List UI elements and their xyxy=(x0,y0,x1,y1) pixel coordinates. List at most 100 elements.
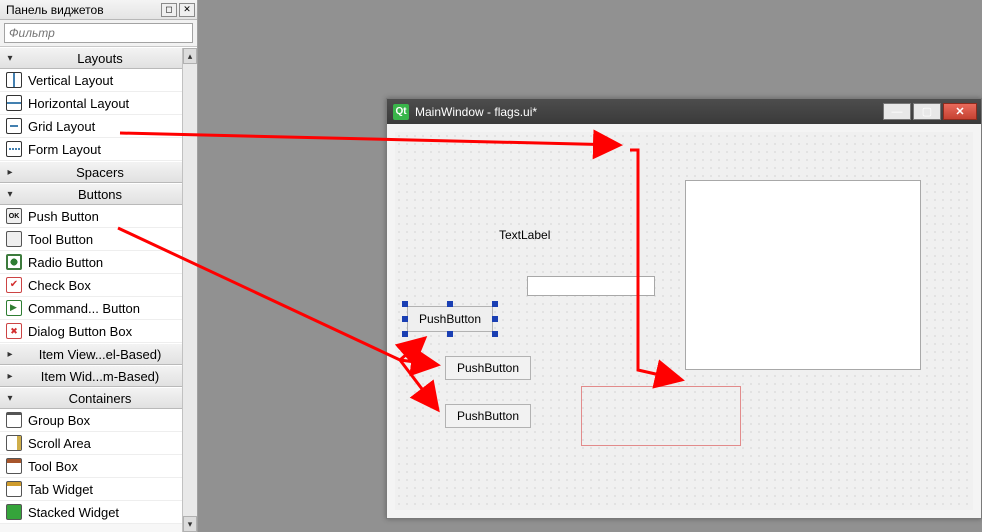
chevron-right-icon: ▸ xyxy=(3,349,17,360)
widget-item-vertical-layout[interactable]: Vertical Layout xyxy=(0,69,197,92)
dialog-button-box-icon xyxy=(6,323,22,339)
filter-input[interactable] xyxy=(4,23,193,43)
maximize-button[interactable]: ▢ xyxy=(913,103,941,120)
placed-push-button-2[interactable]: PushButton xyxy=(445,356,531,380)
widget-item-label: Scroll Area xyxy=(28,436,91,451)
widget-item-label: Command... Button xyxy=(28,301,140,316)
resize-handle[interactable] xyxy=(447,331,453,337)
category-layouts[interactable]: ▾ Layouts xyxy=(0,47,197,69)
scroll-down-icon[interactable]: ▾ xyxy=(183,516,197,532)
group-box-icon xyxy=(6,412,22,428)
dock-titlebar: Панель виджетов ◻ ✕ xyxy=(0,0,197,20)
resize-handle[interactable] xyxy=(492,301,498,307)
minimize-icon: — xyxy=(892,106,903,118)
form-canvas[interactable]: TextLabel PushButton PushButton PushButt… xyxy=(395,132,973,510)
tool-button-icon xyxy=(6,231,22,247)
widget-item-label: Tab Widget xyxy=(28,482,93,497)
widget-item-scroll-area[interactable]: Scroll Area xyxy=(0,432,197,455)
minimize-button[interactable]: — xyxy=(883,103,911,120)
scroll-area-icon xyxy=(6,435,22,451)
widget-box-dock: Панель виджетов ◻ ✕ ▾ Layouts Vertical L… xyxy=(0,0,198,532)
stacked-widget-icon xyxy=(6,504,22,520)
category-label: Item Wid...m-Based) xyxy=(17,369,197,384)
widget-item-horizontal-layout[interactable]: Horizontal Layout xyxy=(0,92,197,115)
maximize-icon: ▢ xyxy=(922,105,932,118)
resize-handle[interactable] xyxy=(492,316,498,322)
placed-line-edit[interactable] xyxy=(527,276,655,296)
dock-close-button[interactable]: ✕ xyxy=(179,3,195,17)
widget-item-check-box[interactable]: Check Box xyxy=(0,274,197,297)
close-button[interactable]: ✕ xyxy=(943,103,977,120)
widget-item-tab-widget[interactable]: Tab Widget xyxy=(0,478,197,501)
widget-item-group-box[interactable]: Group Box xyxy=(0,409,197,432)
widget-item-label: Radio Button xyxy=(28,255,103,270)
widget-item-dialog-button-box[interactable]: Dialog Button Box xyxy=(0,320,197,343)
category-buttons[interactable]: ▾ Buttons xyxy=(0,183,197,205)
category-label: Containers xyxy=(17,391,197,406)
chevron-down-icon: ▾ xyxy=(3,189,17,200)
filter-row xyxy=(0,20,197,47)
form-window: Qt MainWindow - flags.ui* — ▢ ✕ TextLabe… xyxy=(386,98,982,519)
widget-tree[interactable]: ▾ Layouts Vertical Layout Horizontal Lay… xyxy=(0,47,197,531)
widget-item-label: Form Layout xyxy=(28,142,101,157)
widget-item-radio-button[interactable]: Radio Button xyxy=(0,251,197,274)
category-item-widgets[interactable]: ▸ Item Wid...m-Based) xyxy=(0,365,197,387)
placed-text-label[interactable]: TextLabel xyxy=(499,228,550,242)
grid-layout-icon xyxy=(6,118,22,134)
form-title: MainWindow - flags.ui* xyxy=(415,105,881,119)
widget-item-stacked-widget[interactable]: Stacked Widget xyxy=(0,501,197,524)
placed-push-button-selected[interactable]: PushButton xyxy=(407,306,493,332)
form-layout-icon xyxy=(6,141,22,157)
window-buttons: — ▢ ✕ xyxy=(881,103,977,120)
widget-tree-scrollbar[interactable]: ▴ ▾ xyxy=(182,48,197,532)
widget-item-label: Dialog Button Box xyxy=(28,324,132,339)
resize-handle[interactable] xyxy=(492,331,498,337)
placed-push-button-3[interactable]: PushButton xyxy=(445,404,531,428)
widget-item-label: Group Box xyxy=(28,413,90,428)
close-icon: ✕ xyxy=(955,105,964,118)
widget-item-label: Horizontal Layout xyxy=(28,96,129,111)
button-label: PushButton xyxy=(457,361,519,375)
dock-float-button[interactable]: ◻ xyxy=(161,3,177,17)
placed-widget-frame[interactable] xyxy=(685,180,921,370)
resize-handle[interactable] xyxy=(402,301,408,307)
category-label: Layouts xyxy=(17,51,197,66)
chevron-down-icon: ▾ xyxy=(3,393,17,404)
category-containers[interactable]: ▾ Containers xyxy=(0,387,197,409)
widget-item-grid-layout[interactable]: Grid Layout xyxy=(0,115,197,138)
category-label: Item View...el-Based) xyxy=(17,347,197,362)
widget-item-tool-button[interactable]: Tool Button xyxy=(0,228,197,251)
widget-item-label: Tool Button xyxy=(28,232,93,247)
horizontal-layout-icon xyxy=(6,95,22,111)
scroll-up-icon[interactable]: ▴ xyxy=(183,48,197,64)
chevron-down-icon: ▾ xyxy=(3,53,17,64)
category-label: Buttons xyxy=(17,187,197,202)
resize-handle[interactable] xyxy=(447,301,453,307)
form-titlebar[interactable]: Qt MainWindow - flags.ui* — ▢ ✕ xyxy=(387,99,981,124)
category-label: Spacers xyxy=(17,165,197,180)
widget-item-label: Vertical Layout xyxy=(28,73,113,88)
placed-layout-empty[interactable] xyxy=(581,386,741,446)
check-box-icon xyxy=(6,277,22,293)
widget-item-tool-box[interactable]: Tool Box xyxy=(0,455,197,478)
resize-handle[interactable] xyxy=(402,331,408,337)
close-icon: ✕ xyxy=(183,5,191,14)
widget-item-label: Check Box xyxy=(28,278,91,293)
dock-title: Панель виджетов xyxy=(6,3,159,17)
tab-widget-icon xyxy=(6,481,22,497)
widget-item-label: Push Button xyxy=(28,209,99,224)
category-item-views[interactable]: ▸ Item View...el-Based) xyxy=(0,343,197,365)
chevron-right-icon: ▸ xyxy=(3,167,17,178)
category-spacers[interactable]: ▸ Spacers xyxy=(0,161,197,183)
widget-item-label: Tool Box xyxy=(28,459,78,474)
widget-item-label: Grid Layout xyxy=(28,119,95,134)
widget-item-command-link-button[interactable]: Command... Button xyxy=(0,297,197,320)
widget-item-push-button[interactable]: OK Push Button xyxy=(0,205,197,228)
vertical-layout-icon xyxy=(6,72,22,88)
chevron-right-icon: ▸ xyxy=(3,371,17,382)
widget-item-form-layout[interactable]: Form Layout xyxy=(0,138,197,161)
radio-button-icon xyxy=(6,254,22,270)
resize-handle[interactable] xyxy=(402,316,408,322)
button-label: PushButton xyxy=(457,409,519,423)
push-button-icon: OK xyxy=(6,208,22,224)
